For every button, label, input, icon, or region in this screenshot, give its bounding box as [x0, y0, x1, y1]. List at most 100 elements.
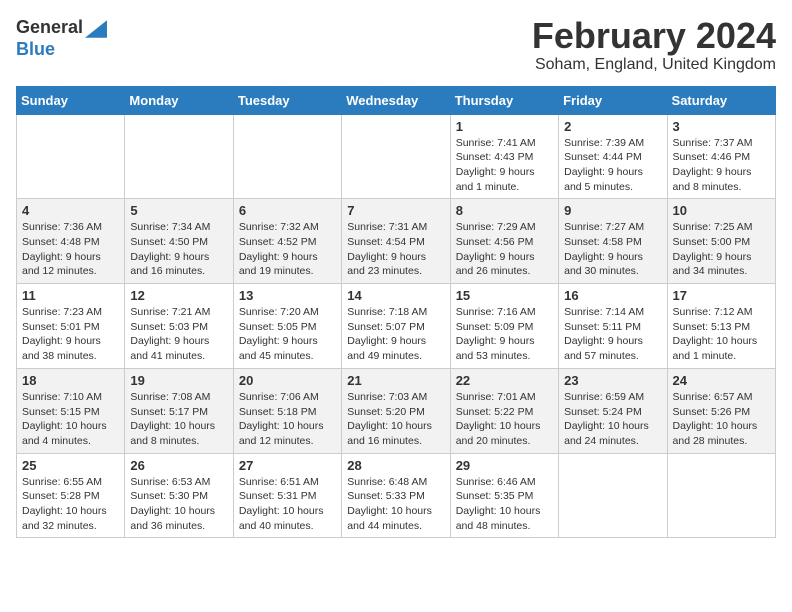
day-number: 11	[22, 288, 119, 303]
day-info: Sunrise: 7:01 AMSunset: 5:22 PMDaylight:…	[456, 390, 553, 449]
day-number: 7	[347, 203, 444, 218]
week-row-2: 4 Sunrise: 7:36 AMSunset: 4:48 PMDaylight…	[17, 199, 776, 284]
day-number: 2	[564, 119, 661, 134]
day-number: 20	[239, 373, 336, 388]
day-number: 3	[673, 119, 770, 134]
day-cell: 27 Sunrise: 6:51 AMSunset: 5:31 PMDayligh…	[233, 453, 341, 538]
day-number: 24	[673, 373, 770, 388]
day-info: Sunrise: 7:27 AMSunset: 4:58 PMDaylight:…	[564, 220, 661, 279]
day-cell: 4 Sunrise: 7:36 AMSunset: 4:48 PMDaylight…	[17, 199, 125, 284]
day-cell: 28 Sunrise: 6:48 AMSunset: 5:33 PMDayligh…	[342, 453, 450, 538]
day-info: Sunrise: 7:16 AMSunset: 5:09 PMDaylight:…	[456, 305, 553, 364]
title-area: February 2024 Soham, England, United Kin…	[532, 16, 776, 74]
day-info: Sunrise: 7:36 AMSunset: 4:48 PMDaylight:…	[22, 220, 119, 279]
day-cell: 1 Sunrise: 7:41 AMSunset: 4:43 PMDaylight…	[450, 114, 558, 199]
logo-blue-text: Blue	[16, 39, 55, 59]
weekday-header-thursday: Thursday	[450, 86, 558, 114]
day-number: 12	[130, 288, 227, 303]
logo: General Blue	[16, 16, 107, 60]
day-number: 1	[456, 119, 553, 134]
day-info: Sunrise: 7:18 AMSunset: 5:07 PMDaylight:…	[347, 305, 444, 364]
day-info: Sunrise: 7:25 AMSunset: 5:00 PMDaylight:…	[673, 220, 770, 279]
day-cell: 19 Sunrise: 7:08 AMSunset: 5:17 PMDayligh…	[125, 368, 233, 453]
day-info: Sunrise: 7:14 AMSunset: 5:11 PMDaylight:…	[564, 305, 661, 364]
weekday-header-tuesday: Tuesday	[233, 86, 341, 114]
day-cell: 29 Sunrise: 6:46 AMSunset: 5:35 PMDayligh…	[450, 453, 558, 538]
day-cell	[342, 114, 450, 199]
day-cell: 2 Sunrise: 7:39 AMSunset: 4:44 PMDaylight…	[559, 114, 667, 199]
day-number: 28	[347, 458, 444, 473]
day-cell: 6 Sunrise: 7:32 AMSunset: 4:52 PMDaylight…	[233, 199, 341, 284]
day-info: Sunrise: 7:31 AMSunset: 4:54 PMDaylight:…	[347, 220, 444, 279]
day-cell: 11 Sunrise: 7:23 AMSunset: 5:01 PMDayligh…	[17, 284, 125, 369]
day-info: Sunrise: 7:08 AMSunset: 5:17 PMDaylight:…	[130, 390, 227, 449]
day-number: 18	[22, 373, 119, 388]
day-number: 15	[456, 288, 553, 303]
day-number: 22	[456, 373, 553, 388]
week-row-3: 11 Sunrise: 7:23 AMSunset: 5:01 PMDayligh…	[17, 284, 776, 369]
weekday-header-sunday: Sunday	[17, 86, 125, 114]
day-number: 14	[347, 288, 444, 303]
day-info: Sunrise: 7:06 AMSunset: 5:18 PMDaylight:…	[239, 390, 336, 449]
day-cell	[17, 114, 125, 199]
day-number: 26	[130, 458, 227, 473]
day-info: Sunrise: 7:03 AMSunset: 5:20 PMDaylight:…	[347, 390, 444, 449]
day-info: Sunrise: 7:39 AMSunset: 4:44 PMDaylight:…	[564, 136, 661, 195]
day-number: 16	[564, 288, 661, 303]
day-info: Sunrise: 7:20 AMSunset: 5:05 PMDaylight:…	[239, 305, 336, 364]
day-info: Sunrise: 6:46 AMSunset: 5:35 PMDaylight:…	[456, 475, 553, 534]
day-number: 23	[564, 373, 661, 388]
day-info: Sunrise: 7:37 AMSunset: 4:46 PMDaylight:…	[673, 136, 770, 195]
day-cell: 9Sunrise: 7:27 AMSunset: 4:58 PMDaylight…	[559, 199, 667, 284]
day-info: Sunrise: 6:53 AMSunset: 5:30 PMDaylight:…	[130, 475, 227, 534]
day-number: 27	[239, 458, 336, 473]
day-number: 13	[239, 288, 336, 303]
day-info: Sunrise: 6:55 AMSunset: 5:28 PMDaylight:…	[22, 475, 119, 534]
day-cell: 12 Sunrise: 7:21 AMSunset: 5:03 PMDayligh…	[125, 284, 233, 369]
day-cell: 22 Sunrise: 7:01 AMSunset: 5:22 PMDayligh…	[450, 368, 558, 453]
day-number: 4	[22, 203, 119, 218]
day-cell: 8Sunrise: 7:29 AMSunset: 4:56 PMDaylight…	[450, 199, 558, 284]
week-row-4: 18 Sunrise: 7:10 AMSunset: 5:15 PMDayligh…	[17, 368, 776, 453]
day-number: 19	[130, 373, 227, 388]
day-cell: 3 Sunrise: 7:37 AMSunset: 4:46 PMDaylight…	[667, 114, 775, 199]
day-info: Sunrise: 7:23 AMSunset: 5:01 PMDaylight:…	[22, 305, 119, 364]
day-cell: 16 Sunrise: 7:14 AMSunset: 5:11 PMDayligh…	[559, 284, 667, 369]
day-cell: 5Sunrise: 7:34 AMSunset: 4:50 PMDaylight…	[125, 199, 233, 284]
day-info: Sunrise: 6:57 AMSunset: 5:26 PMDaylight:…	[673, 390, 770, 449]
day-info: Sunrise: 7:32 AMSunset: 4:52 PMDaylight:…	[239, 220, 336, 279]
day-info: Sunrise: 6:59 AMSunset: 5:24 PMDaylight:…	[564, 390, 661, 449]
weekday-header-saturday: Saturday	[667, 86, 775, 114]
day-cell: 26 Sunrise: 6:53 AMSunset: 5:30 PMDayligh…	[125, 453, 233, 538]
weekday-header-wednesday: Wednesday	[342, 86, 450, 114]
day-number: 29	[456, 458, 553, 473]
day-number: 21	[347, 373, 444, 388]
week-row-5: 25 Sunrise: 6:55 AMSunset: 5:28 PMDayligh…	[17, 453, 776, 538]
day-number: 8	[456, 203, 553, 218]
day-cell: 10Sunrise: 7:25 AMSunset: 5:00 PMDayligh…	[667, 199, 775, 284]
weekday-header-monday: Monday	[125, 86, 233, 114]
calendar: SundayMondayTuesdayWednesdayThursdayFrid…	[16, 86, 776, 539]
day-info: Sunrise: 7:34 AMSunset: 4:50 PMDaylight:…	[130, 220, 227, 279]
day-cell: 21 Sunrise: 7:03 AMSunset: 5:20 PMDayligh…	[342, 368, 450, 453]
day-info: Sunrise: 7:10 AMSunset: 5:15 PMDaylight:…	[22, 390, 119, 449]
month-title: February 2024	[532, 16, 776, 56]
day-cell: 18 Sunrise: 7:10 AMSunset: 5:15 PMDayligh…	[17, 368, 125, 453]
day-number: 25	[22, 458, 119, 473]
day-cell: 17Sunrise: 7:12 AMSunset: 5:13 PMDayligh…	[667, 284, 775, 369]
day-cell: 24 Sunrise: 6:57 AMSunset: 5:26 PMDayligh…	[667, 368, 775, 453]
day-info: Sunrise: 6:48 AMSunset: 5:33 PMDaylight:…	[347, 475, 444, 534]
location: Soham, England, United Kingdom	[532, 56, 776, 74]
logo-general-text: General	[16, 18, 83, 38]
day-info: Sunrise: 6:51 AMSunset: 5:31 PMDaylight:…	[239, 475, 336, 534]
day-cell: 14 Sunrise: 7:18 AMSunset: 5:07 PMDayligh…	[342, 284, 450, 369]
day-number: 6	[239, 203, 336, 218]
day-info: Sunrise: 7:21 AMSunset: 5:03 PMDaylight:…	[130, 305, 227, 364]
day-cell: 25 Sunrise: 6:55 AMSunset: 5:28 PMDayligh…	[17, 453, 125, 538]
day-cell: 20 Sunrise: 7:06 AMSunset: 5:18 PMDayligh…	[233, 368, 341, 453]
weekday-header-row: SundayMondayTuesdayWednesdayThursdayFrid…	[17, 86, 776, 114]
logo-icon	[85, 18, 107, 40]
day-info: Sunrise: 7:41 AMSunset: 4:43 PMDaylight:…	[456, 136, 553, 195]
day-info: Sunrise: 7:12 AMSunset: 5:13 PMDaylight:…	[673, 305, 770, 364]
week-row-1: 1 Sunrise: 7:41 AMSunset: 4:43 PMDaylight…	[17, 114, 776, 199]
